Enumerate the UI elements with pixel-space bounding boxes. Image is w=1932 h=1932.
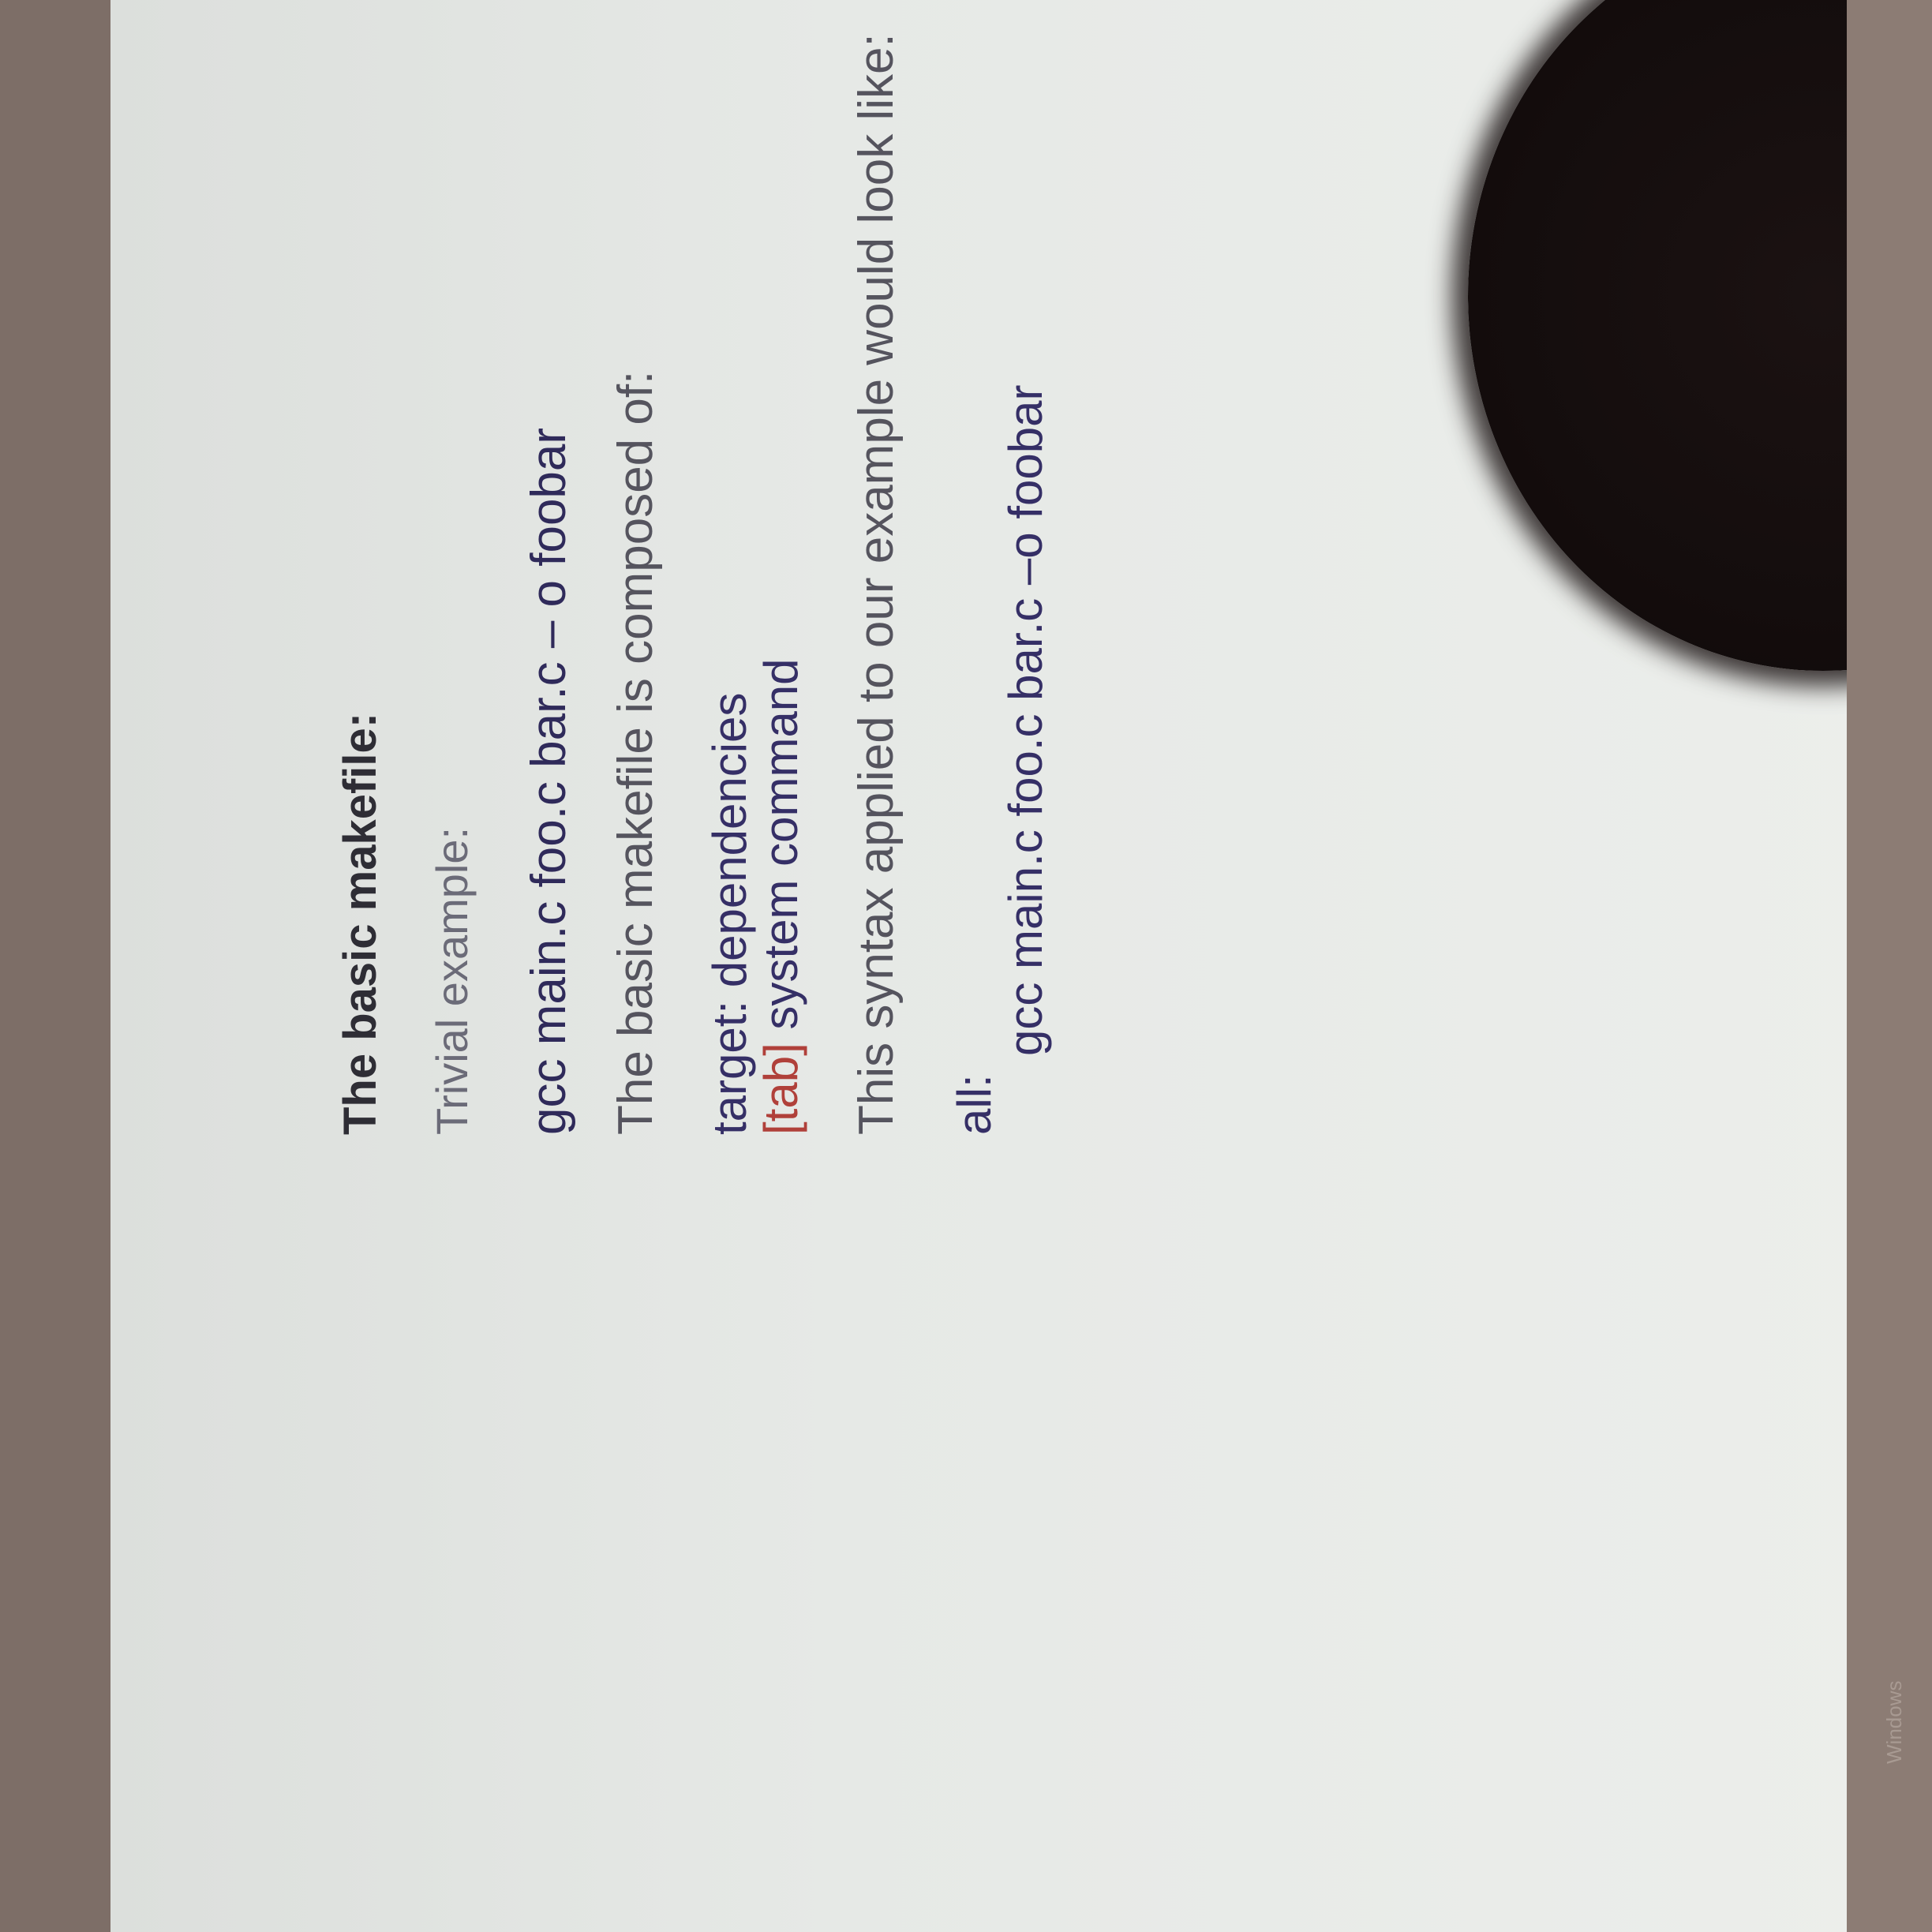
slide-heading: The basic makefile: bbox=[335, 712, 386, 1135]
syntax-command-line: [tab] system command bbox=[754, 658, 808, 1135]
composed-of-text: The basic makefile is composed of: bbox=[608, 370, 663, 1135]
gcc-command-example: gcc main.c foo.c bar.c – o foobar bbox=[522, 427, 576, 1135]
taskbar-label: Windows bbox=[1882, 1680, 1906, 1764]
rule-target: all: bbox=[948, 1074, 1001, 1135]
monitor-bezel bbox=[1847, 0, 1932, 1932]
rule-command: gcc main.c foo.c bar.c –o foobar bbox=[999, 384, 1052, 1056]
slide-screen: The basic makefile: Trivial example: gcc… bbox=[110, 0, 1918, 1932]
tab-token: [tab] bbox=[754, 1043, 807, 1135]
trivial-example-label: Trivial example: bbox=[427, 826, 477, 1135]
applied-example-text: This syntax applied to our example would… bbox=[849, 33, 904, 1135]
system-command-text: system command bbox=[754, 658, 807, 1043]
syntax-target-line: target: dependencies bbox=[703, 692, 756, 1135]
